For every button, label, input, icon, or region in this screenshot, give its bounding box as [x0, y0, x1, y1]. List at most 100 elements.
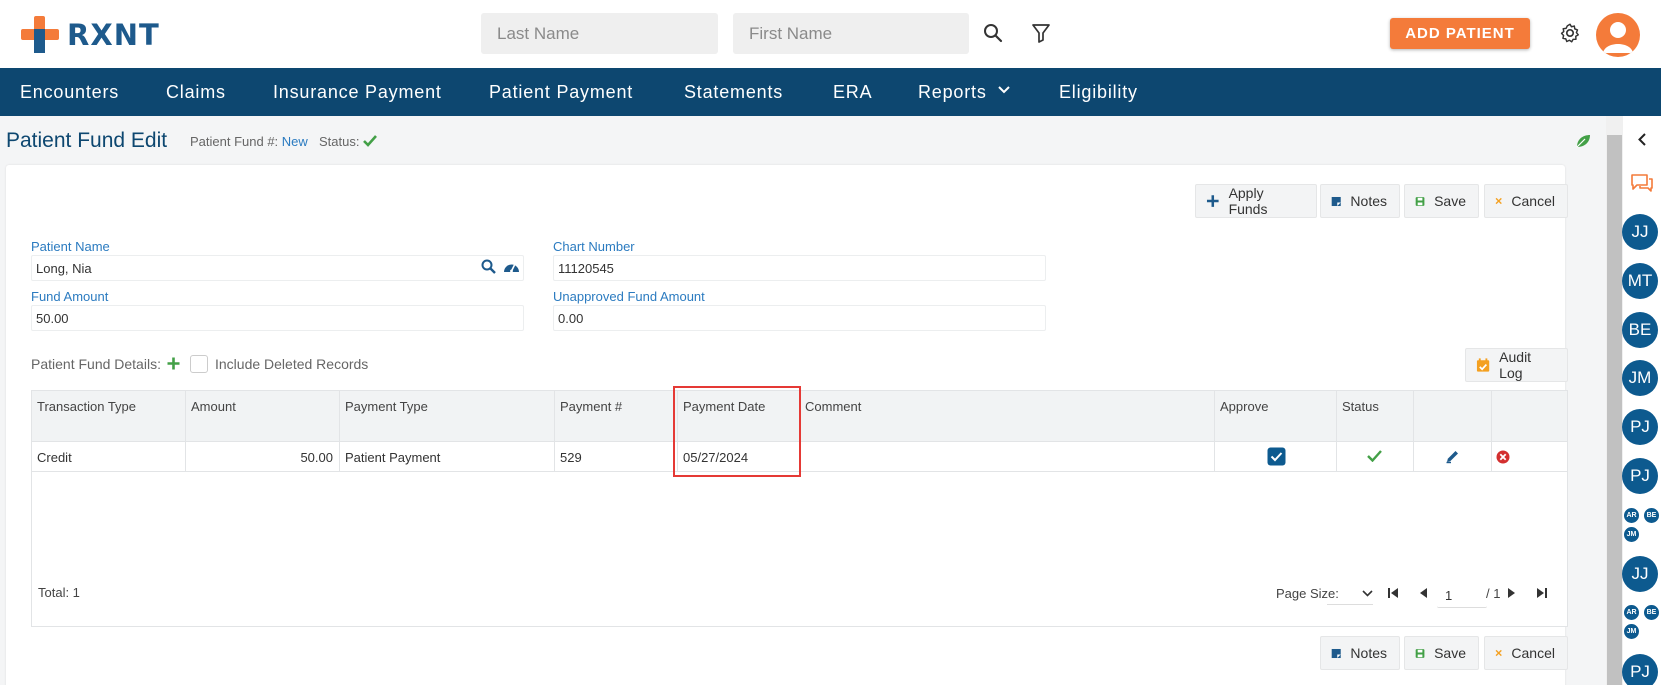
- col-payment-date[interactable]: Payment Date: [683, 398, 765, 415]
- rxnt-logo[interactable]: RXNT: [21, 16, 160, 53]
- chat-bubbles-icon[interactable]: [1630, 173, 1654, 195]
- fund-amount-value: 50.00: [36, 311, 69, 326]
- audit-log-label: Audit Log: [1499, 349, 1532, 381]
- patient-name-field[interactable]: Long, Nia: [31, 255, 524, 281]
- first-name-input[interactable]: [733, 13, 969, 54]
- unapproved-amount-field[interactable]: 0.00: [553, 305, 1046, 331]
- delete-circle-icon[interactable]: [1496, 450, 1510, 464]
- unapproved-amount-value: 0.00: [558, 311, 584, 326]
- cancel-button[interactable]: Cancel: [1484, 184, 1568, 218]
- leaf-icon: [1575, 133, 1591, 149]
- col-payment-type[interactable]: Payment Type: [345, 398, 428, 415]
- fund-amount-label: Fund Amount: [31, 289, 109, 304]
- first-page-icon[interactable]: [1387, 587, 1399, 599]
- fund-number-value: New: [281, 134, 308, 149]
- notes-button-bottom[interactable]: Notes: [1320, 636, 1400, 670]
- rail-user-pj-2[interactable]: PJ: [1622, 458, 1658, 494]
- rail-user-pj-3[interactable]: PJ: [1622, 654, 1658, 685]
- rail-group-user-jm[interactable]: JM: [1624, 527, 1639, 542]
- include-deleted-checkbox[interactable]: [190, 355, 208, 373]
- notes-label: Notes: [1350, 193, 1387, 209]
- cell-payment-date: 05/27/2024: [683, 450, 749, 465]
- approve-checkbox[interactable]: [1267, 447, 1286, 466]
- rail-user-jj[interactable]: JJ: [1622, 214, 1658, 250]
- chevron-down-icon[interactable]: [998, 86, 1010, 94]
- chart-number-field[interactable]: 11120545: [553, 255, 1046, 281]
- col-comment[interactable]: Comment: [805, 398, 861, 415]
- status-label: Status:: [319, 134, 360, 149]
- rail-group2-user-ar[interactable]: AR: [1624, 605, 1639, 620]
- chart-number-value: 11120545: [558, 261, 614, 276]
- right-rail: [1623, 116, 1661, 685]
- user-avatar[interactable]: [1596, 13, 1640, 57]
- page-number-input[interactable]: 1: [1437, 583, 1487, 608]
- col-approve[interactable]: Approve: [1220, 398, 1268, 415]
- cell-amount: 50.00: [300, 450, 333, 465]
- nav-reports[interactable]: Reports: [918, 82, 987, 103]
- logo-text: RXNT: [67, 17, 160, 52]
- rail-user-mt[interactable]: MT: [1622, 263, 1658, 299]
- audit-log-button[interactable]: Audit Log: [1465, 348, 1568, 382]
- col-transaction-type[interactable]: Transaction Type: [37, 398, 157, 415]
- logo-cross-icon: [21, 16, 59, 53]
- patient-name-value: Long, Nia: [36, 261, 92, 276]
- check-icon: [363, 135, 378, 147]
- last-page-icon[interactable]: [1536, 587, 1548, 599]
- gear-icon[interactable]: [1558, 21, 1582, 45]
- edit-pencil-icon[interactable]: [1445, 449, 1460, 464]
- notes-label: Notes: [1350, 645, 1387, 661]
- nav-insurance-payment[interactable]: Insurance Payment: [273, 82, 442, 103]
- collapse-chevron-icon[interactable]: [1638, 133, 1646, 146]
- cell-payment-type: Patient Payment: [345, 450, 441, 465]
- cancel-button-bottom[interactable]: Cancel: [1484, 636, 1568, 670]
- note-icon: [1331, 196, 1341, 206]
- col-payment-number[interactable]: Payment #: [560, 398, 622, 415]
- page-title: Patient Fund Edit: [6, 129, 168, 152]
- dashboard-icon[interactable]: [503, 260, 520, 274]
- top-header: RXNT ADD PATIENT: [0, 0, 1661, 68]
- col-amount[interactable]: Amount: [191, 398, 236, 415]
- x-icon: [1495, 649, 1502, 657]
- nav-patient-payment[interactable]: Patient Payment: [489, 82, 633, 103]
- rail-group2-user-jm[interactable]: JM: [1624, 624, 1639, 639]
- apply-funds-button[interactable]: Apply Funds: [1195, 184, 1317, 218]
- cancel-label: Cancel: [1511, 193, 1555, 209]
- col-status[interactable]: Status: [1342, 398, 1379, 415]
- rail-user-be[interactable]: BE: [1622, 312, 1658, 348]
- add-patient-button[interactable]: ADD PATIENT: [1390, 18, 1530, 49]
- add-detail-plus-icon[interactable]: [167, 357, 180, 370]
- rail-user-pj[interactable]: PJ: [1622, 409, 1658, 445]
- prev-page-icon[interactable]: [1418, 587, 1428, 599]
- last-name-input[interactable]: [481, 13, 718, 54]
- cell-payment-number: 529: [560, 450, 582, 465]
- nav-encounters[interactable]: Encounters: [20, 82, 119, 103]
- next-page-icon[interactable]: [1507, 587, 1517, 599]
- page-of-label: / 1: [1486, 586, 1501, 601]
- chevron-down-icon: [1362, 590, 1373, 597]
- rail-group-user-be[interactable]: BE: [1644, 508, 1659, 523]
- fund-number: Patient Fund #: New: [190, 134, 308, 149]
- fund-number-label: Patient Fund #:: [190, 134, 279, 149]
- page-size-select[interactable]: [1327, 583, 1373, 605]
- save-icon: [1415, 648, 1425, 658]
- nav-era[interactable]: ERA: [833, 82, 872, 103]
- fund-amount-field[interactable]: 50.00: [31, 305, 524, 331]
- save-button-bottom[interactable]: Save: [1404, 636, 1479, 670]
- cancel-label: Cancel: [1511, 645, 1555, 661]
- filter-icon[interactable]: [1030, 22, 1052, 44]
- search-icon[interactable]: [982, 22, 1004, 44]
- nav-eligibility[interactable]: Eligibility: [1059, 82, 1138, 103]
- patient-search-icon[interactable]: [481, 259, 496, 274]
- rail-group-user-ar[interactable]: AR: [1624, 508, 1639, 523]
- save-button[interactable]: Save: [1404, 184, 1479, 218]
- nav-statements[interactable]: Statements: [684, 82, 783, 103]
- table-row[interactable]: Credit 50.00 Patient Payment 529 05/27/2…: [32, 442, 1567, 472]
- rail-user-jm[interactable]: JM: [1622, 360, 1658, 396]
- rail-user-jj-2[interactable]: JJ: [1622, 556, 1658, 592]
- rail-group2-user-be[interactable]: BE: [1644, 605, 1659, 620]
- grid-total: Total: 1: [38, 585, 80, 600]
- notes-button[interactable]: Notes: [1320, 184, 1400, 218]
- nav-claims[interactable]: Claims: [166, 82, 226, 103]
- calendar-check-icon: [1476, 358, 1490, 372]
- scrollbar-thumb[interactable]: [1607, 135, 1622, 685]
